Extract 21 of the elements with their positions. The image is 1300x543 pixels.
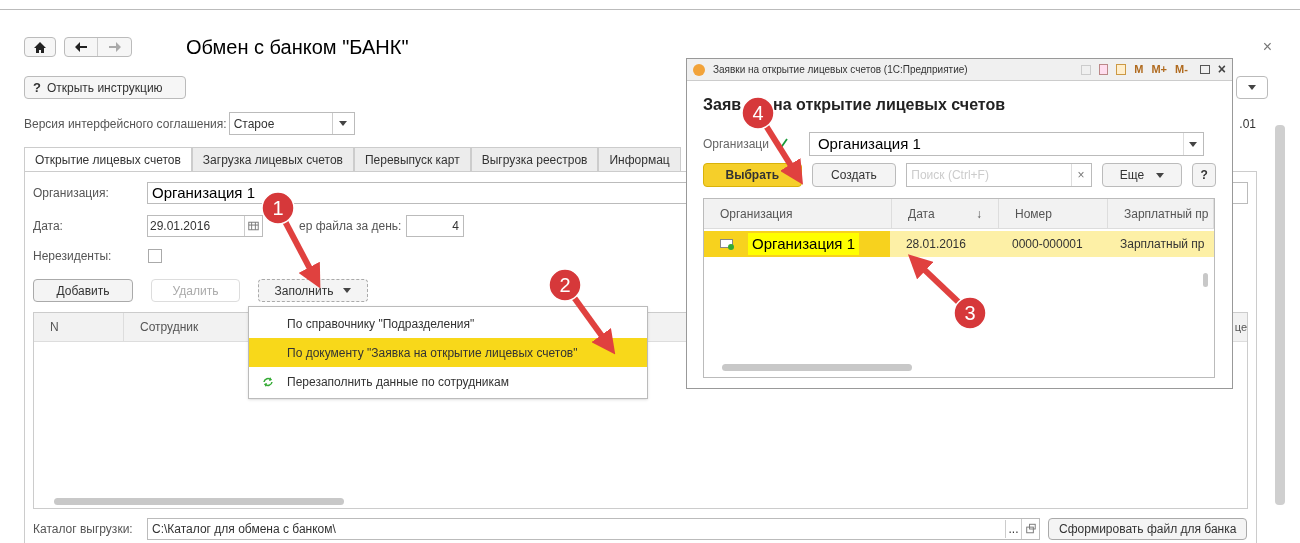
- dialog-heading: на открытие лицевых счетов: [773, 95, 1006, 115]
- help-icon: ?: [33, 77, 41, 98]
- table-cell: Организация 1: [748, 232, 859, 256]
- dialog-heading: Заяв: [703, 95, 742, 115]
- column-header: N: [34, 313, 124, 341]
- window-title: Обмен с банком "БАНК": [186, 35, 409, 60]
- field-label: Каталог выгрузки:: [33, 521, 134, 538]
- field-label: Версия интерфейсного соглашения:: [24, 115, 227, 133]
- field-label: Организаци: [703, 136, 769, 153]
- dialog-title: Заявки на открытие лицевых счетов (1С:Предприятие): [713, 63, 968, 77]
- table-cell-text: 0000-000001: [1010, 236, 1084, 253]
- field-label: Нерезиденты:: [33, 248, 113, 265]
- field-label: ер файла за день:: [299, 218, 403, 235]
- column-header: це: [1234, 319, 1247, 335]
- sort-arrow-icon: ↓: [976, 204, 982, 223]
- value-text: .01: [1239, 115, 1256, 133]
- table-cell-text: 28.01.2016: [904, 236, 967, 253]
- field-label: Организация:: [33, 185, 110, 202]
- column-header: Сотрудник: [139, 319, 199, 336]
- field-label: Дата:: [33, 218, 64, 235]
- table-cell-text: Зарплатный пр: [1119, 236, 1206, 253]
